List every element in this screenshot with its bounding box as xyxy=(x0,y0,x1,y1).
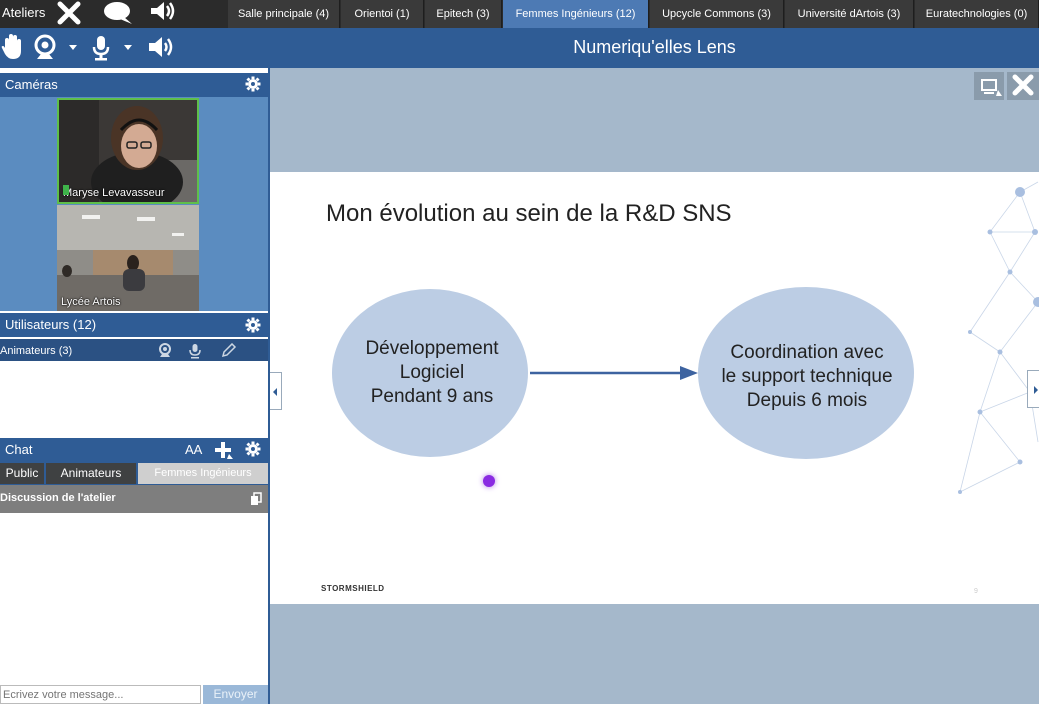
left-bubble-line: Logiciel xyxy=(399,362,465,383)
video-label-presenter: Maryse Levavasseur xyxy=(63,187,165,199)
close-icon[interactable] xyxy=(1007,72,1039,100)
left-bubble-line: Pendant 9 ans xyxy=(370,386,494,407)
webcam-options-chevron-icon[interactable] xyxy=(69,45,77,50)
speaker-icon[interactable] xyxy=(146,35,178,61)
collapse-right-handle[interactable] xyxy=(1027,370,1039,408)
chat-panel-title: Chat xyxy=(5,442,33,457)
plus-icon[interactable] xyxy=(213,440,233,460)
video-feed-presenter[interactable]: Maryse Levavasseur xyxy=(57,98,199,204)
pencil-icon[interactable] xyxy=(220,343,238,359)
users-group-label: Animateurs (3) xyxy=(0,345,73,357)
cameras-panel-title: Caméras xyxy=(5,77,58,92)
video-feed-classroom[interactable]: Lycée Artois xyxy=(57,205,199,311)
tab-upcycle-commons[interactable]: Upcycle Commons (3) xyxy=(650,0,784,28)
right-bubble-text: Coordination avec le support technique D… xyxy=(698,341,916,413)
speech-bubble-icon[interactable] xyxy=(102,0,134,26)
gear-icon[interactable] xyxy=(245,76,261,92)
tab-epitech[interactable]: Epitech (3) xyxy=(425,0,502,28)
microphone-options-chevron-icon[interactable] xyxy=(124,45,132,50)
cameras-panel-header: Caméras xyxy=(0,73,268,97)
hand-raise-icon[interactable] xyxy=(0,32,24,62)
text-size-label: AA xyxy=(185,442,203,457)
network-decoration-image xyxy=(958,181,1039,494)
section-title: Ateliers xyxy=(2,5,46,20)
broadcast-icon[interactable] xyxy=(148,0,180,26)
left-bubble-text: Développement Logiciel Pendant 9 ans xyxy=(340,337,524,409)
chat-thread-header[interactable]: Discussion de l'atelier xyxy=(0,485,268,513)
microphone-icon[interactable] xyxy=(90,34,112,62)
gear-icon[interactable] xyxy=(245,441,261,457)
right-bubble-line: le support technique xyxy=(721,366,893,387)
tab-femmes-ingenieurs[interactable]: Femmes Ingénieurs (12) xyxy=(503,0,649,30)
text-size-icon[interactable]: AA xyxy=(185,440,202,459)
slide-page-number: 9 xyxy=(974,588,978,595)
video-label-classroom: Lycée Artois xyxy=(61,296,121,308)
right-bubble-line: Coordination avec xyxy=(730,342,884,363)
pointer-dot-icon xyxy=(483,475,495,487)
chat-message-input[interactable] xyxy=(0,685,201,704)
tab-salle-principale[interactable]: Salle principale (4) xyxy=(228,0,340,28)
tab-euratechnologies[interactable]: Euratechnologies (0) xyxy=(915,0,1039,28)
gear-icon[interactable] xyxy=(245,317,261,333)
arrow-head-icon xyxy=(680,366,698,380)
users-panel-header: Utilisateurs (12) xyxy=(0,313,268,337)
chat-thread-title: Discussion de l'atelier xyxy=(0,492,116,504)
left-bubble-line: Développement xyxy=(365,338,499,359)
webcam-icon[interactable] xyxy=(33,34,57,62)
tab-universite-dartois[interactable]: Université dArtois (3) xyxy=(785,0,914,28)
audio-level-indicator xyxy=(63,185,69,195)
copy-icon[interactable] xyxy=(250,492,262,506)
slide-footer-brand: STORMSHIELD xyxy=(321,584,385,593)
slide-title: Mon évolution au sein de la R&D SNS xyxy=(326,200,732,227)
users-panel-title: Utilisateurs (12) xyxy=(5,317,97,332)
presentation-icon[interactable] xyxy=(974,72,1004,100)
users-list xyxy=(0,361,268,437)
chat-tab-femmes-ingenieurs[interactable]: Femmes Ingénieurs xyxy=(138,463,268,484)
tab-orientoi[interactable]: Orientoi (1) xyxy=(341,0,424,28)
x-icon[interactable] xyxy=(56,0,84,26)
send-button[interactable]: Envoyer xyxy=(203,685,268,704)
session-title: Numeriqu'elles Lens xyxy=(573,37,736,57)
webcam-icon[interactable] xyxy=(158,343,174,359)
chat-tab-animateurs[interactable]: Animateurs xyxy=(46,463,136,484)
right-bubble-line: Depuis 6 mois xyxy=(746,390,868,411)
chat-tab-public[interactable]: Public xyxy=(0,463,44,484)
collapse-left-handle[interactable] xyxy=(270,372,282,410)
top-bar: Ateliers Salle principale (4) Orientoi (… xyxy=(0,0,1039,30)
microphone-icon[interactable] xyxy=(188,343,202,359)
chat-messages-area xyxy=(0,513,268,685)
